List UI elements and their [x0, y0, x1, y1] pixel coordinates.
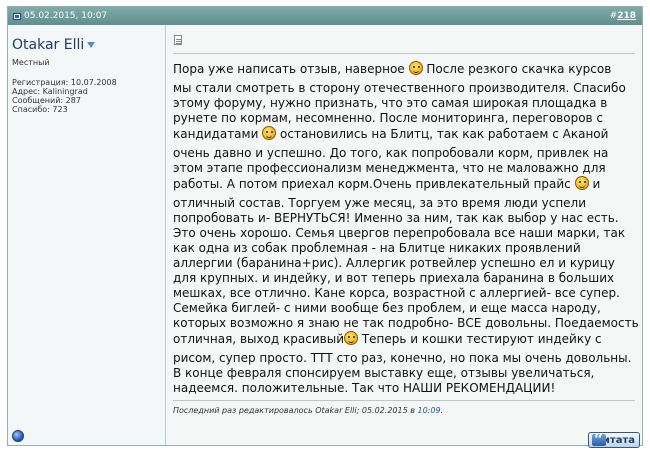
user-address: Адрес: Kaliningrad	[12, 87, 88, 96]
text-segment: После резкого скачка курсов	[426, 62, 612, 76]
message-line: работы. А потом приехал корм.Очень привл…	[173, 176, 639, 192]
smiley-icon	[262, 126, 277, 140]
content-divider-top	[173, 53, 635, 54]
chevron-down-icon[interactable]	[87, 42, 96, 48]
user-info-column: Otakar Elli Местный Регистрация: 10.07.2…	[8, 25, 166, 445]
quote-button[interactable]: Цитата	[588, 430, 640, 449]
message-line: рисом, супер просто. ТТТ сто раз, конечн…	[173, 351, 632, 365]
user-details: Регистрация: 10.07.2008 Адрес: Kaliningr…	[12, 78, 117, 114]
edit-note-time: 10:09	[417, 406, 441, 415]
username[interactable]: Otakar Elli	[12, 37, 84, 53]
text-segment: отличная, выход красивый	[173, 332, 344, 346]
post-content-column: Пора уже написать отзыв, наверное После …	[166, 25, 642, 449]
message-line: как одна из собак проблемная - на Блитце…	[173, 241, 581, 255]
smiley-icon	[344, 331, 358, 345]
message-line: Семейка биглей- с ними вообще без пробле…	[173, 301, 601, 315]
user-messages: Сообщений: 287	[12, 96, 81, 105]
post-number: #218	[610, 7, 636, 25]
post-date-group: 05.02.2015, 10:07	[13, 7, 107, 25]
user-title: Местный	[12, 58, 50, 67]
text-segment: Пора уже написать отзыв, наверное	[173, 62, 405, 76]
username-menu[interactable]: Otakar Elli	[12, 37, 96, 53]
message-line: Пора уже написать отзыв, наверное После …	[173, 61, 639, 77]
text-segment: кандидатами	[173, 127, 259, 141]
document-icon	[174, 35, 182, 45]
message-line: отличная, выход красивый Теперь и кошки …	[173, 331, 639, 347]
edit-note-text: Последний раз редактировалось Otakar Ell…	[173, 406, 415, 415]
message-line: кандидатами остановились на Блитц, так к…	[173, 126, 639, 142]
user-registration: Регистрация: 10.07.2008	[12, 78, 117, 87]
text-segment: Теперь и кошки тестируют индейку с	[361, 332, 602, 346]
user-thanks: Спасибо: 723	[12, 105, 68, 114]
message-line: очень давно и успешно. До того, как попр…	[173, 146, 609, 160]
content-divider-bottom	[173, 400, 635, 401]
last-edited-note: Последний раз редактировалось Otakar Ell…	[173, 406, 443, 415]
message-line: надеемся. положительные. Так что НАШИ РЕ…	[173, 381, 556, 395]
message-line: аллергии (баранина+рис). Аллергик ротвей…	[173, 256, 615, 270]
message-line: рунете по кормам, несомненно. После мони…	[173, 111, 604, 125]
post-header: 05.02.2015, 10:07 #218	[8, 7, 642, 25]
smiley-icon	[574, 176, 589, 190]
post-permalink[interactable]: 218	[617, 11, 636, 21]
edit-note-suffix: .	[440, 406, 444, 415]
message-line: для крупных. и индейку, и вот теперь при…	[173, 271, 615, 285]
text-segment: и	[592, 177, 601, 191]
message-line: мы стали смотреть в сторону отечественно…	[173, 81, 626, 95]
message-line: отличный состав. Торгуем уже месяц, за э…	[173, 196, 587, 210]
quote-icon[interactable]	[592, 430, 606, 449]
offline-status-icon	[12, 430, 24, 442]
message-line: которых возможно я знаю не так подробно-…	[173, 316, 639, 330]
message-line: мешках, все отлично. Кане корса, возраст…	[173, 286, 620, 300]
message-line: попробовать и- ВЕРНУТЬСЯ! Именно за ним,…	[173, 211, 619, 225]
text-segment: работы. А потом приехал корм.Очень привл…	[173, 177, 571, 191]
message-line: этом этапе профессионализм менеджмента, …	[173, 161, 606, 175]
text-segment: остановились на Блитц, так как работаем …	[280, 127, 609, 141]
message-line: этому форуму, нужно признать, что это са…	[173, 96, 608, 110]
post-message: Пора уже написать отзыв, наверное После …	[173, 61, 639, 396]
message-line: Это очень хорошо. Семья цвергов перепроб…	[173, 226, 626, 240]
smiley-icon	[408, 61, 423, 75]
forum-post: 05.02.2015, 10:07 #218 Otakar Elli Местн…	[7, 6, 643, 449]
post-date: 05.02.2015, 10:07	[24, 11, 108, 21]
old-post-icon	[13, 12, 21, 20]
message-line: В конце февраля спонсируем выставку еще,…	[173, 366, 595, 380]
